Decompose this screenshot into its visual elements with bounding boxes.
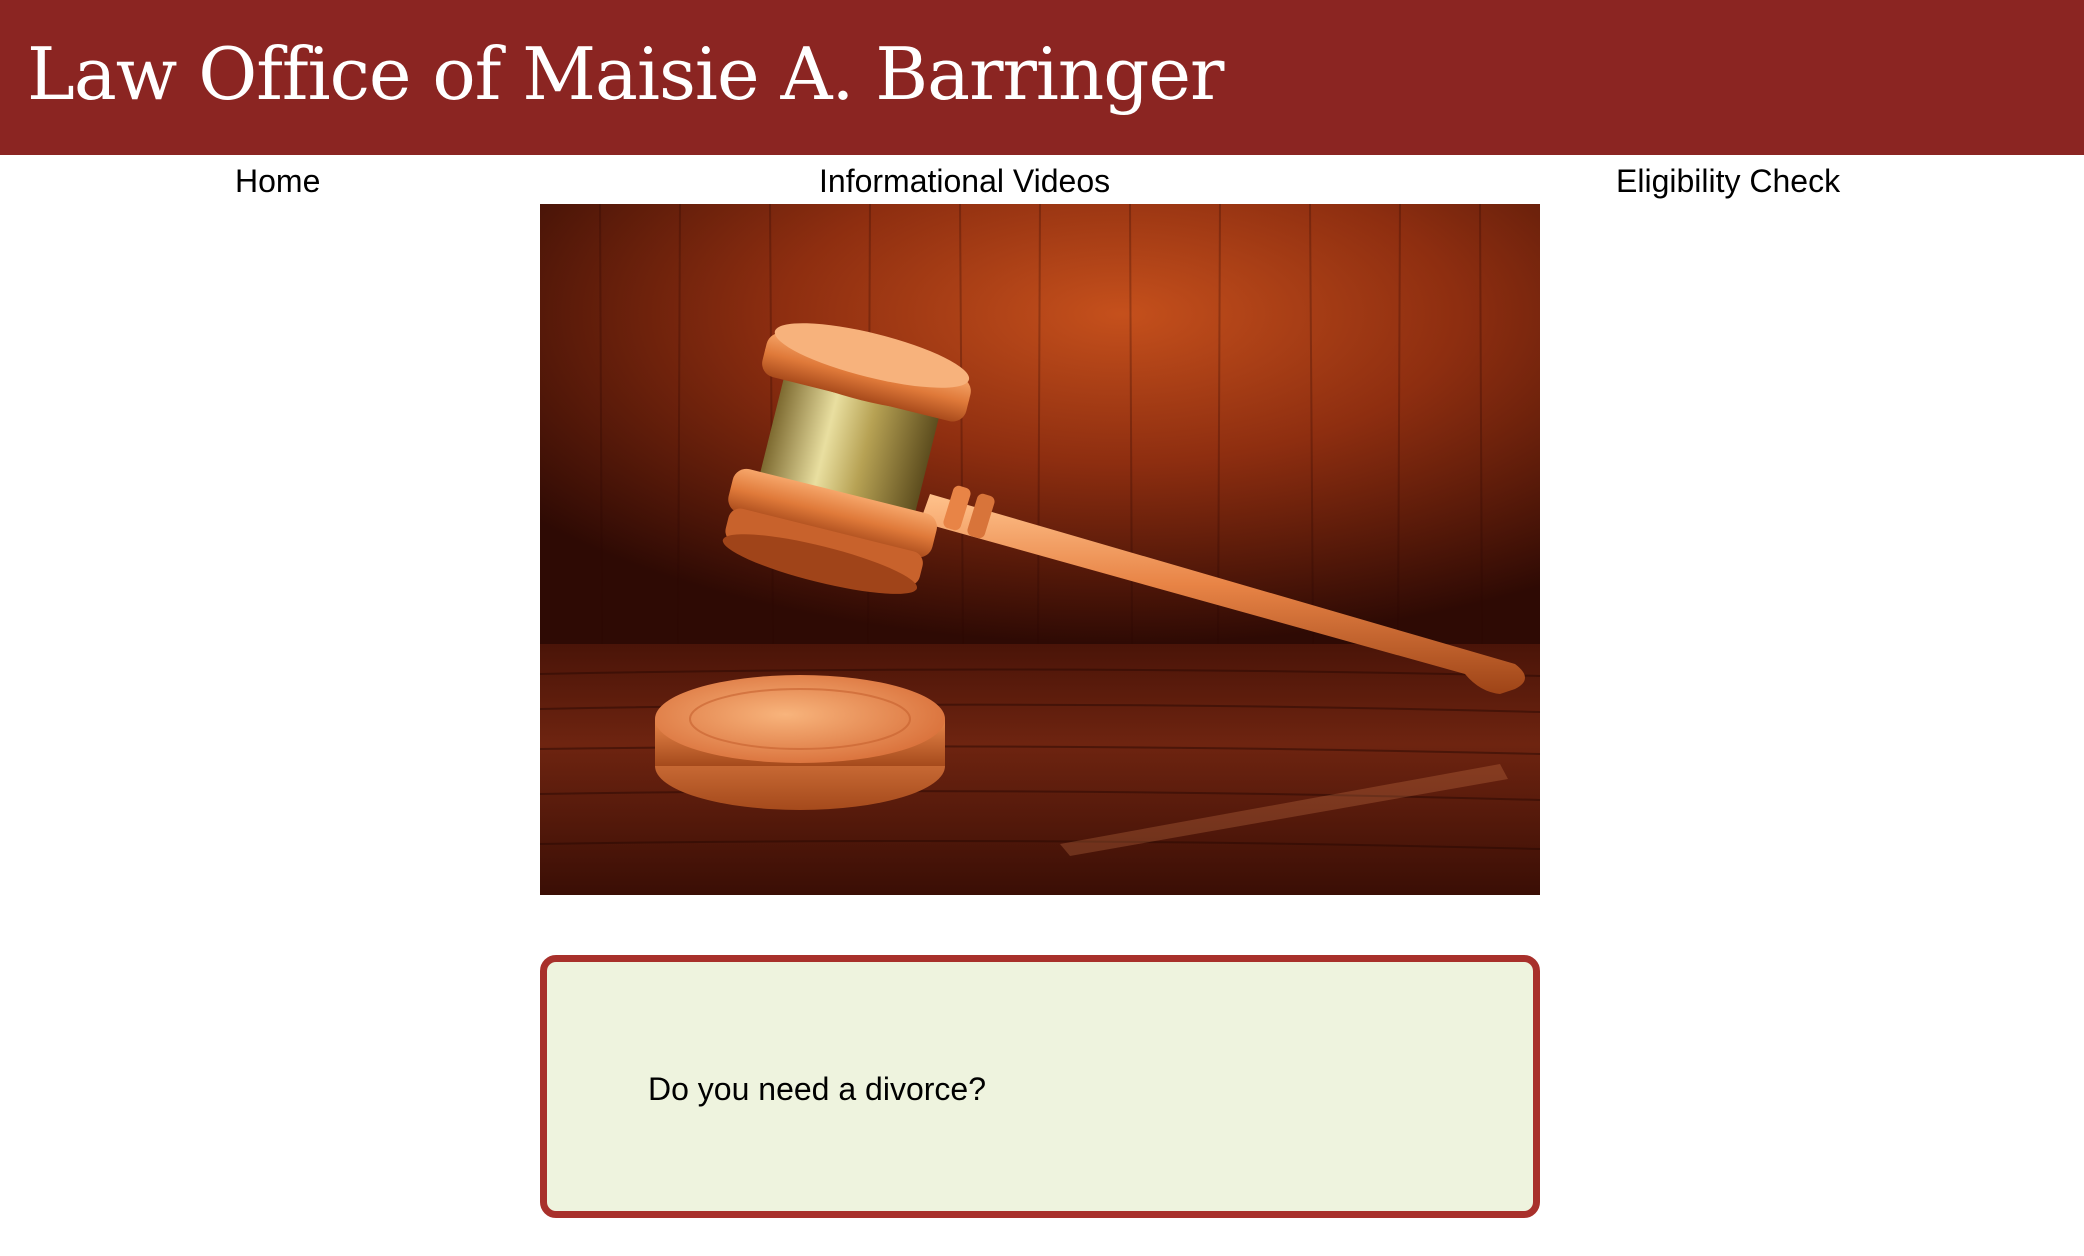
nav-home-link[interactable]: Home	[235, 160, 320, 202]
divorce-cta-box: Do you need a divorce?	[540, 955, 1540, 1218]
site-title: Law Office of Maisie A. Barringer	[27, 32, 1224, 116]
nav-informational-videos-link[interactable]: Informational Videos	[819, 160, 1110, 202]
nav-eligibility-check-link[interactable]: Eligibility Check	[1616, 160, 1840, 202]
cta-text: Do you need a divorce?	[648, 1071, 986, 1107]
hero-gavel-image	[540, 204, 1540, 895]
site-header: Law Office of Maisie A. Barringer	[0, 0, 2084, 155]
